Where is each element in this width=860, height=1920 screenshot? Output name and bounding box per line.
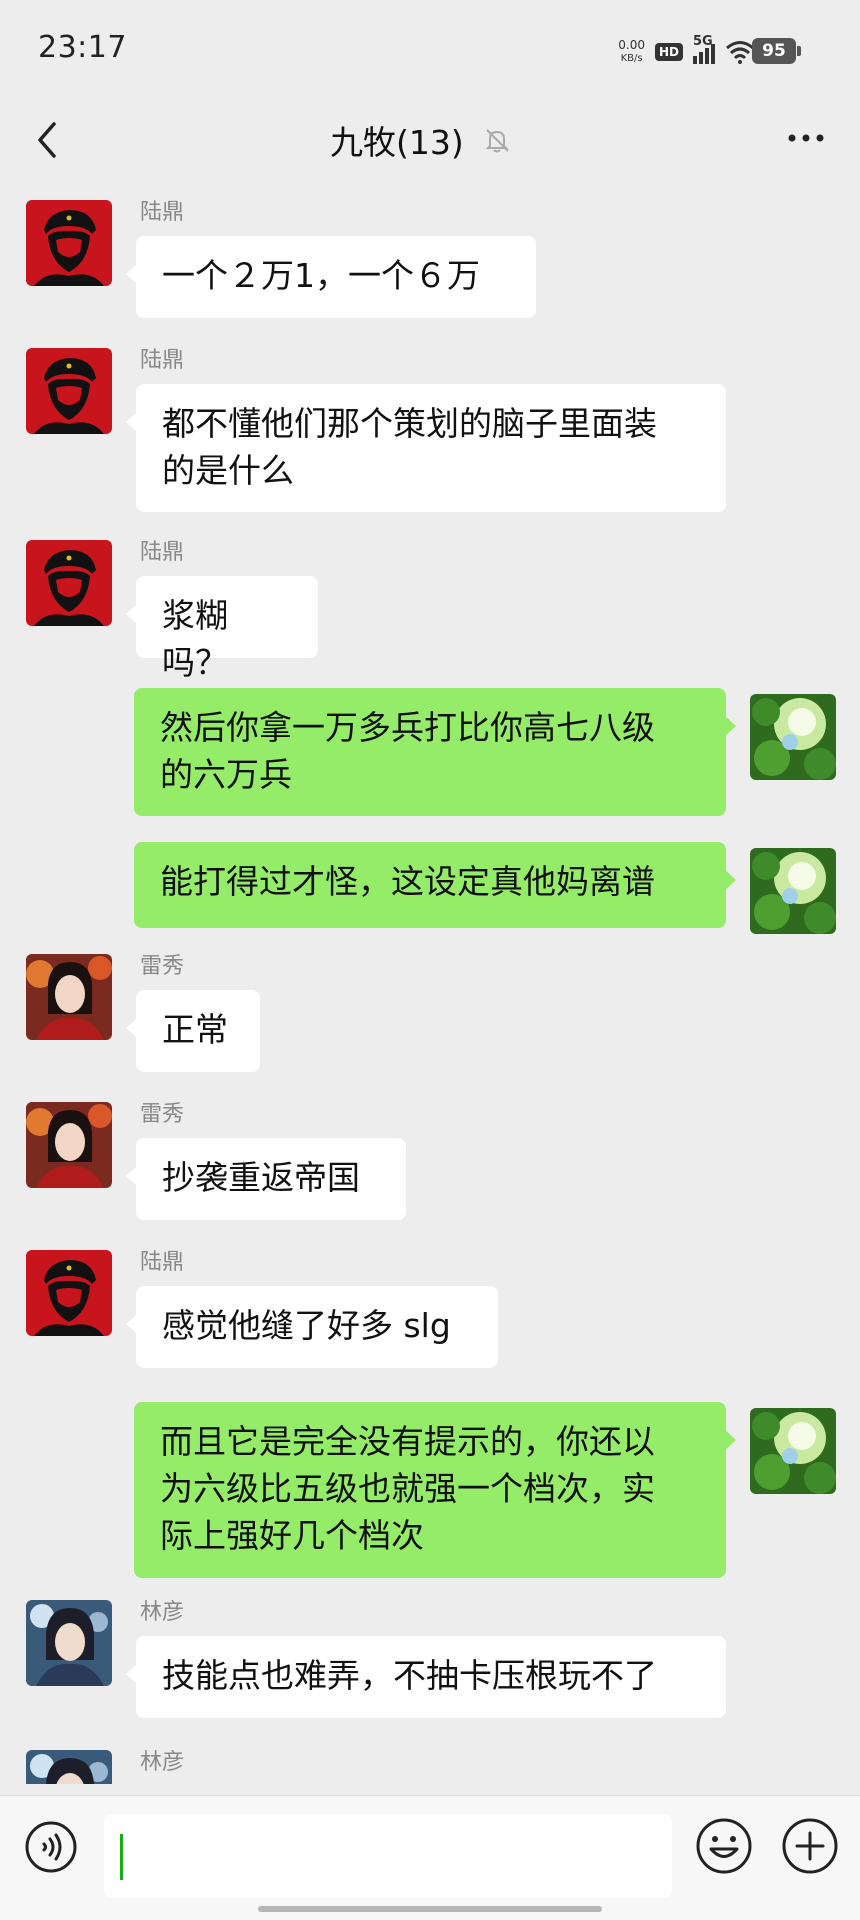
bell-off-icon (485, 129, 509, 153)
message-line: 而且它是完全没有提示的，你还以 (160, 1422, 655, 1461)
message-bubble[interactable]: 正常 (126, 990, 260, 1072)
battery-indicator: 95 (752, 38, 801, 64)
message-line: 抄袭重返帝国 (162, 1158, 360, 1197)
message-line: 能打得过才怪，这设定真他妈离谱 (160, 862, 655, 901)
message-bubble[interactable]: 浆糊吗？ (126, 576, 318, 682)
home-indicator[interactable] (258, 1906, 602, 1912)
message-line: 一个２万1，一个６万 (162, 256, 480, 295)
message-bubble[interactable]: 都不懂他们那个策划的脑子里面装 的是什么 (126, 384, 726, 512)
anime-red-avatar[interactable] (26, 1102, 112, 1188)
wifi-icon (726, 41, 754, 64)
chevron-left-icon[interactable] (30, 118, 70, 162)
message-row: 陆鼎 都不懂他们那个策划的脑子里面装 的是什么 (0, 342, 860, 512)
status-bar: 23:17 0.00 KB/s HD 5G 95 (0, 0, 860, 100)
message-line: 技能点也难弄，不抽卡压根玩不了 (162, 1656, 657, 1695)
message-bubble[interactable]: 能打得过才怪，这设定真他妈离谱 (134, 842, 736, 928)
message-row: 陆鼎 一个２万1，一个６万 (0, 194, 860, 318)
anime-blue-avatar[interactable] (26, 1750, 112, 1784)
message-line: 正常 (162, 1010, 228, 1049)
message-row: 而且它是完全没有提示的，你还以 为六级比五级也就强一个档次，实 际上强好几个档次 (0, 1402, 860, 1578)
input-bar (0, 1795, 860, 1920)
sender-name: 林彦 (140, 1750, 185, 1775)
red-portrait-avatar[interactable] (26, 200, 112, 286)
message-row: 陆鼎 感觉他缝了好多 slg (0, 1244, 860, 1368)
message-line: 都不懂他们那个策划的脑子里面装 (162, 404, 657, 443)
chat-header: 九牧(13) (0, 100, 860, 180)
message-row: 雷秀 抄袭重返帝国 (0, 1096, 860, 1220)
voice-icon[interactable] (24, 1820, 78, 1874)
message-row: 然后你拿一万多兵打比你高七八级 的六万兵 (0, 688, 860, 818)
sender-name: 陆鼎 (140, 200, 185, 225)
network-type: 5G (693, 34, 713, 49)
net-speed-unit: KB/s (620, 53, 643, 64)
message-line: 的是什么 (162, 451, 294, 490)
sender-name: 雷秀 (140, 1102, 185, 1127)
sender-name: 雷秀 (140, 954, 185, 979)
message-row: 雷秀 正常 (0, 948, 860, 1072)
plus-icon[interactable] (780, 1816, 840, 1876)
message-line: 为六级比五级也就强一个档次，实 (160, 1469, 655, 1508)
message-line: 感觉他缝了好多 slg (162, 1306, 451, 1345)
message-bubble[interactable]: 然后你拿一万多兵打比你高七八级 的六万兵 (134, 688, 736, 816)
red-portrait-avatar[interactable] (26, 540, 112, 626)
sender-name: 陆鼎 (140, 348, 185, 373)
green-leaves-avatar[interactable] (750, 694, 836, 780)
net-speed-value: 0.00 (618, 38, 645, 52)
anime-red-avatar[interactable] (26, 954, 112, 1040)
chat-title: 九牧(13) (330, 123, 464, 162)
message-input[interactable] (104, 1814, 672, 1898)
message-row: 陆鼎 浆糊吗？ (0, 534, 860, 682)
message-bubble[interactable]: 而且它是完全没有提示的，你还以 为六级比五级也就强一个档次，实 际上强好几个档次 (134, 1402, 736, 1578)
message-bubble[interactable]: 一个２万1，一个６万 (126, 236, 536, 318)
status-icons: 0.00 KB/s HD 5G (618, 34, 755, 70)
sender-name: 林彦 (140, 1600, 185, 1625)
chat-title-group: 九牧(13) (330, 116, 512, 164)
message-line: 的六万兵 (160, 755, 292, 794)
text-caret (120, 1834, 123, 1880)
message-bubble[interactable]: 感觉他缝了好多 slg (126, 1286, 498, 1368)
red-portrait-avatar[interactable] (26, 1250, 112, 1336)
message-bubble[interactable]: 抄袭重返帝国 (126, 1138, 406, 1220)
green-leaves-avatar[interactable] (750, 1408, 836, 1494)
message-row: 林彦 (0, 1744, 860, 1784)
message-row: 林彦 技能点也难弄，不抽卡压根玩不了 (0, 1594, 860, 1718)
red-portrait-avatar[interactable] (26, 348, 112, 434)
status-time: 23:17 (38, 30, 127, 65)
sender-name: 陆鼎 (140, 540, 185, 565)
more-dots-icon[interactable] (784, 120, 828, 156)
sender-name: 陆鼎 (140, 1250, 185, 1275)
message-line: 然后你拿一万多兵打比你高七八级 (160, 708, 655, 747)
message-row: 能打得过才怪，这设定真他妈离谱 (0, 842, 860, 934)
message-line: 浆糊吗？ (162, 596, 228, 682)
cell-signal-icon: 5G (693, 34, 715, 64)
anime-blue-avatar[interactable] (26, 1600, 112, 1686)
hd-badge: HD (654, 43, 683, 61)
emoji-icon[interactable] (694, 1816, 754, 1876)
net-speed: 0.00 KB/s (618, 39, 645, 65)
message-line: 际上强好几个档次 (160, 1516, 424, 1555)
green-leaves-avatar[interactable] (750, 848, 836, 934)
message-bubble[interactable]: 技能点也难弄，不抽卡压根玩不了 (126, 1636, 726, 1718)
